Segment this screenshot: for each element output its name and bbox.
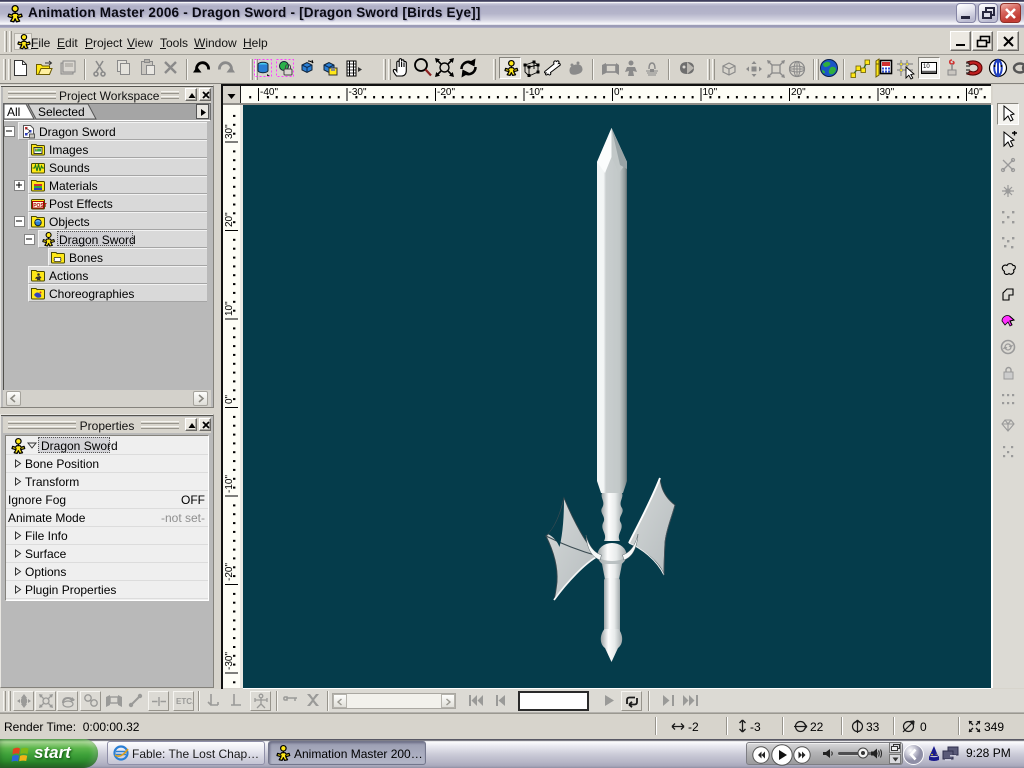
svg-text:Selected: Selected	[38, 105, 85, 119]
svg-text:POST: POST	[33, 203, 47, 209]
svg-text:ETC.: ETC.	[176, 697, 194, 706]
svg-text:10: 10	[923, 64, 930, 70]
svg-text:All: All	[7, 105, 20, 119]
